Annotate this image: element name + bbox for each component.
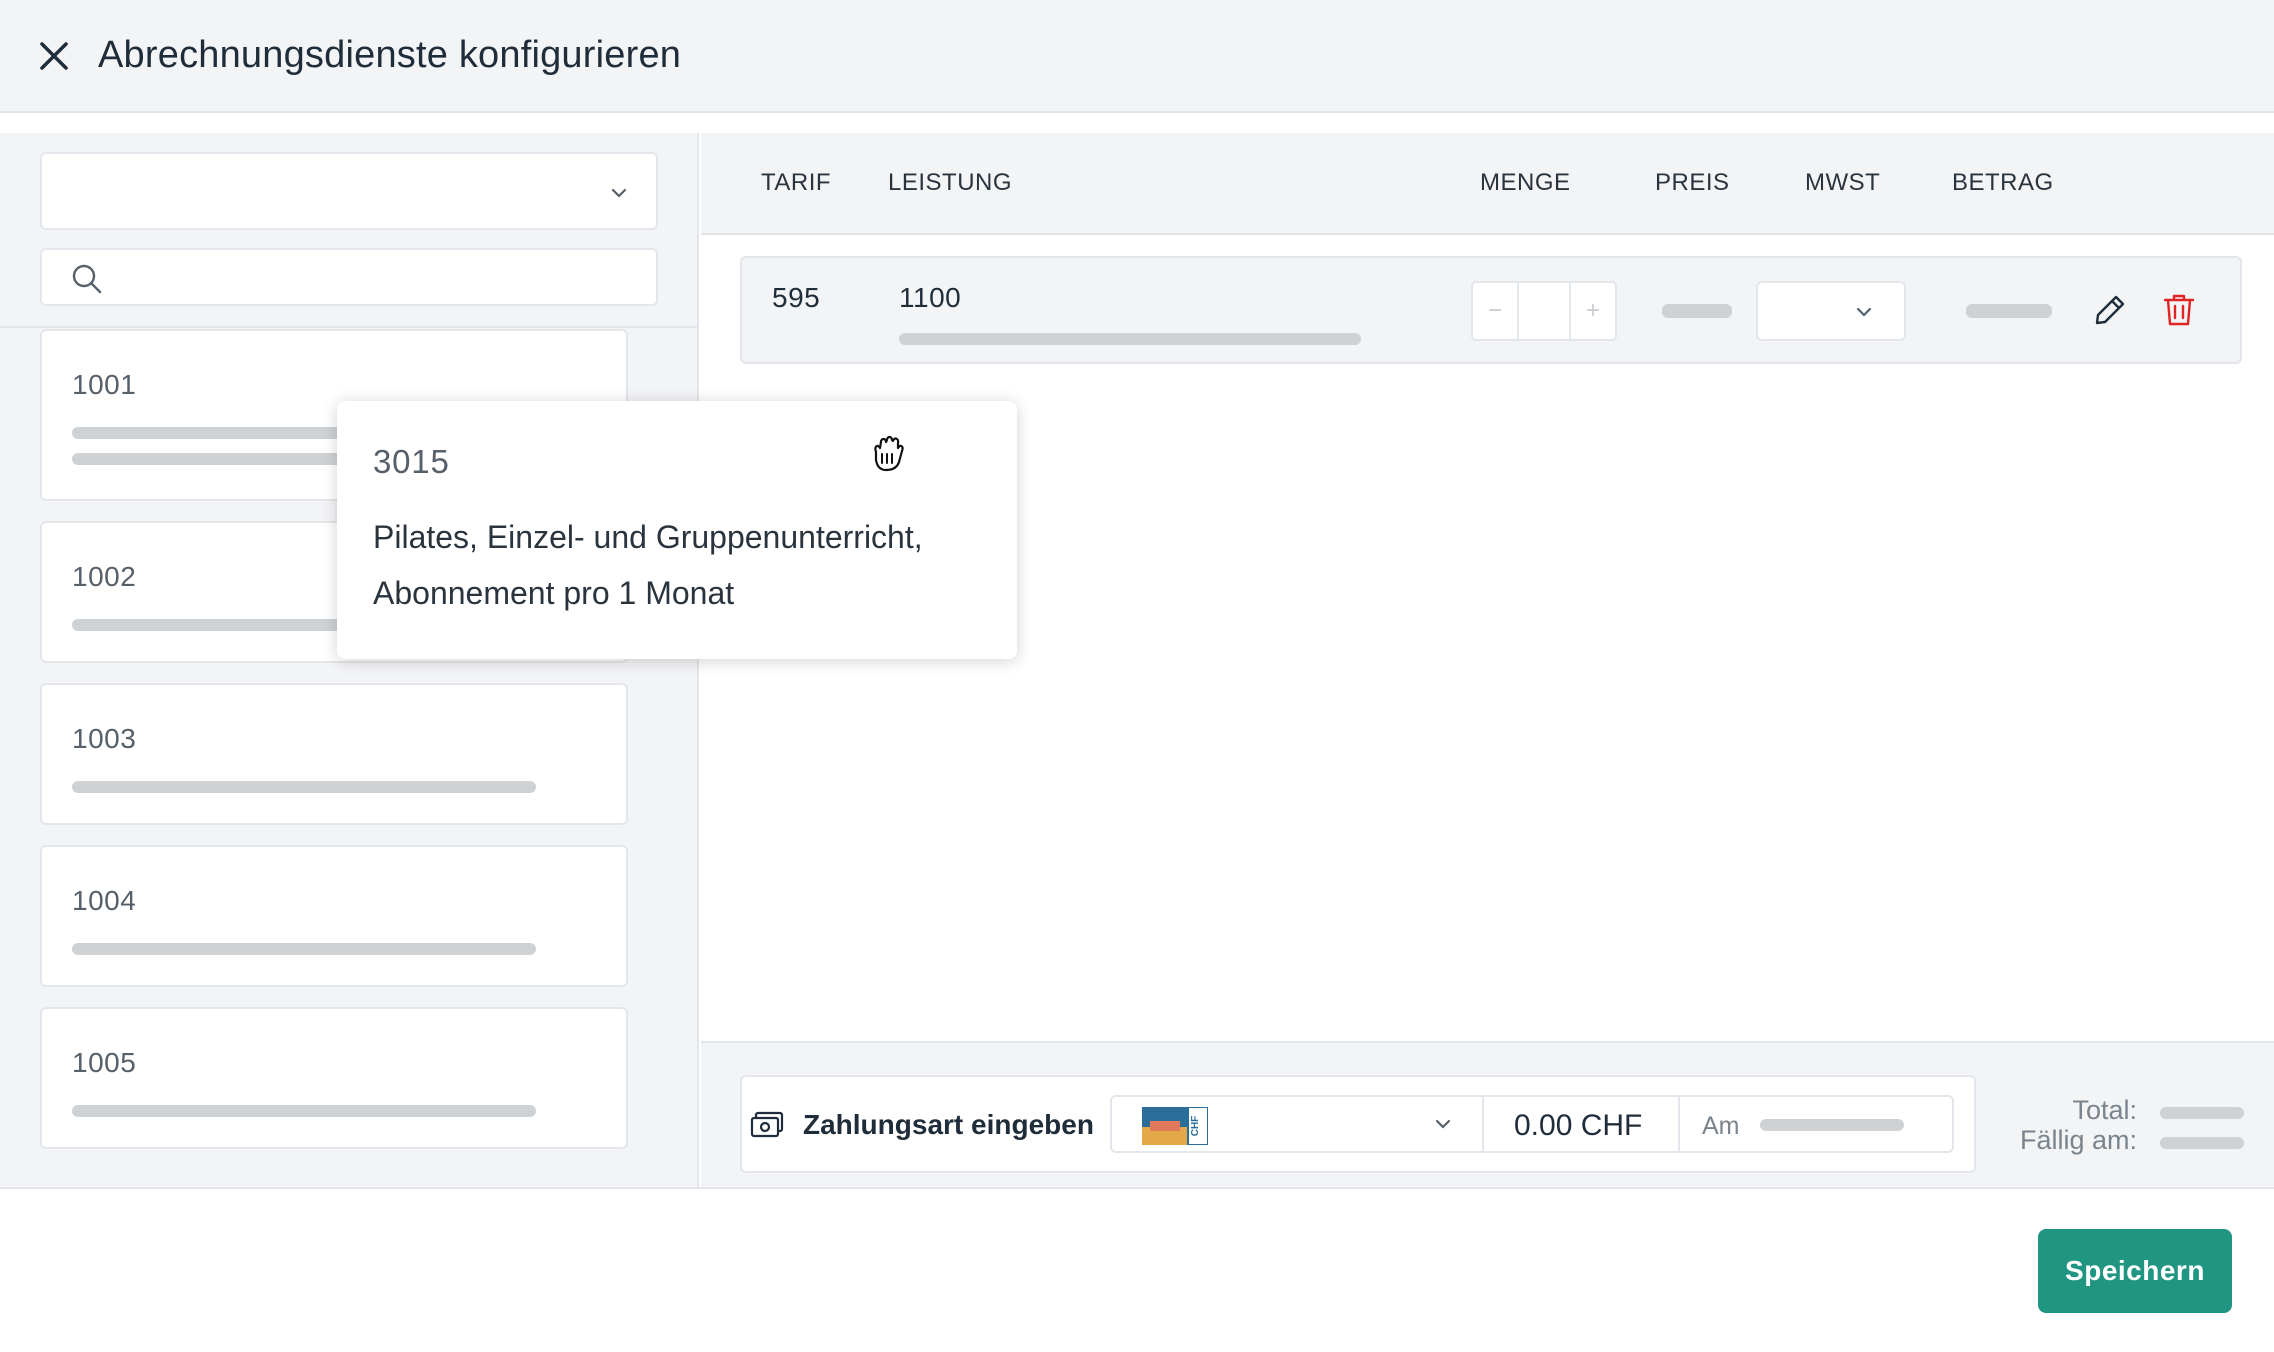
placeholder-bar	[1662, 304, 1732, 318]
page-title: Abrechnungsdienste konfigurieren	[98, 34, 682, 76]
leistung-cell: 1100	[899, 282, 962, 313]
payment-bar: Zahlungsart eingeben CHF 0.00 CHF Am Tot…	[701, 1041, 2274, 1187]
placeholder-bar	[72, 453, 342, 465]
chf-banknote-icon: CHF	[1142, 1107, 1208, 1145]
close-icon[interactable]	[36, 38, 72, 74]
tooltip-code: 3015	[373, 443, 450, 480]
quantity-input[interactable]	[1517, 283, 1571, 339]
mwst-select[interactable]	[1756, 281, 1906, 341]
placeholder-bar	[2160, 1107, 2244, 1119]
search-input[interactable]	[40, 248, 658, 306]
service-code: 1003	[72, 723, 137, 754]
placeholder-bar	[72, 943, 536, 955]
column-header-betrag: BETRAG	[1952, 169, 2054, 196]
decrement-button[interactable]: −	[1473, 283, 1517, 339]
placeholder-bar	[1966, 304, 2052, 318]
date-prefix: Am	[1702, 1112, 1740, 1140]
column-header-tarif: TARIF	[761, 169, 832, 196]
dialog-footer: Speichern	[0, 1187, 2274, 1352]
service-list-panel: 1001 1002 1003 1004 1005	[0, 133, 699, 1187]
amount-value: 0.00 CHF	[1514, 1109, 1643, 1142]
table-header: TARIF LEISTUNG MENGE PREIS MWST BETRAG	[701, 133, 2274, 235]
payment-entry: Zahlungsart eingeben CHF 0.00 CHF Am	[740, 1075, 1976, 1173]
increment-button[interactable]: +	[1571, 283, 1615, 339]
category-select[interactable]	[40, 152, 658, 230]
service-card[interactable]: 1005	[40, 1007, 628, 1149]
service-code: 1002	[72, 561, 137, 592]
trash-icon[interactable]	[2162, 292, 2196, 328]
column-header-mwst: MWST	[1805, 169, 1881, 196]
placeholder-bar	[72, 781, 536, 793]
column-header-preis: PREIS	[1655, 169, 1730, 196]
payment-method-label: Zahlungsart eingeben	[803, 1109, 1094, 1140]
dialog-header: Abrechnungsdienste konfigurieren	[0, 0, 2274, 113]
service-card[interactable]: 1004	[40, 845, 628, 987]
column-header-leistung: LEISTUNG	[888, 169, 1013, 196]
pencil-icon[interactable]	[2092, 292, 2128, 328]
service-code: 1005	[72, 1047, 137, 1078]
cash-icon	[750, 1111, 784, 1138]
divider	[0, 326, 697, 328]
tooltip-description: Pilates, Einzel- und Gruppenunterricht, …	[373, 519, 923, 611]
placeholder-bar	[899, 333, 1361, 345]
chevron-down-icon	[611, 188, 627, 198]
service-code: 1004	[72, 885, 137, 916]
date-input[interactable]: Am	[1678, 1095, 1954, 1153]
search-icon	[72, 264, 102, 294]
service-tooltip: 3015 Pilates, Einzel- und Gruppenunterri…	[337, 401, 1017, 659]
total-label: Total:	[2072, 1095, 2137, 1125]
grab-cursor-icon	[874, 435, 904, 472]
service-code: 1001	[72, 369, 137, 400]
amount-input[interactable]: 0.00 CHF	[1482, 1095, 1680, 1153]
due-date-label: Fällig am:	[2019, 1125, 2137, 1155]
placeholder-bar	[72, 619, 342, 631]
tarif-cell: 595	[772, 282, 821, 313]
placeholder-bar	[2160, 1137, 2244, 1149]
placeholder-bar	[72, 1105, 536, 1117]
quantity-stepper[interactable]: − +	[1471, 281, 1617, 341]
chevron-down-icon	[1856, 307, 1872, 317]
chevron-down-icon	[1435, 1119, 1451, 1129]
currency-flag-text: CHF	[1190, 1116, 1201, 1137]
placeholder-bar	[1760, 1119, 1904, 1131]
placeholder-bar	[72, 427, 342, 439]
service-card[interactable]: 1003	[40, 683, 628, 825]
save-button[interactable]: Speichern	[2038, 1229, 2232, 1313]
table-row[interactable]: 595 1100 − +	[740, 256, 2242, 364]
column-header-menge: MENGE	[1480, 169, 1571, 196]
payment-method-select[interactable]: CHF	[1110, 1095, 1484, 1153]
